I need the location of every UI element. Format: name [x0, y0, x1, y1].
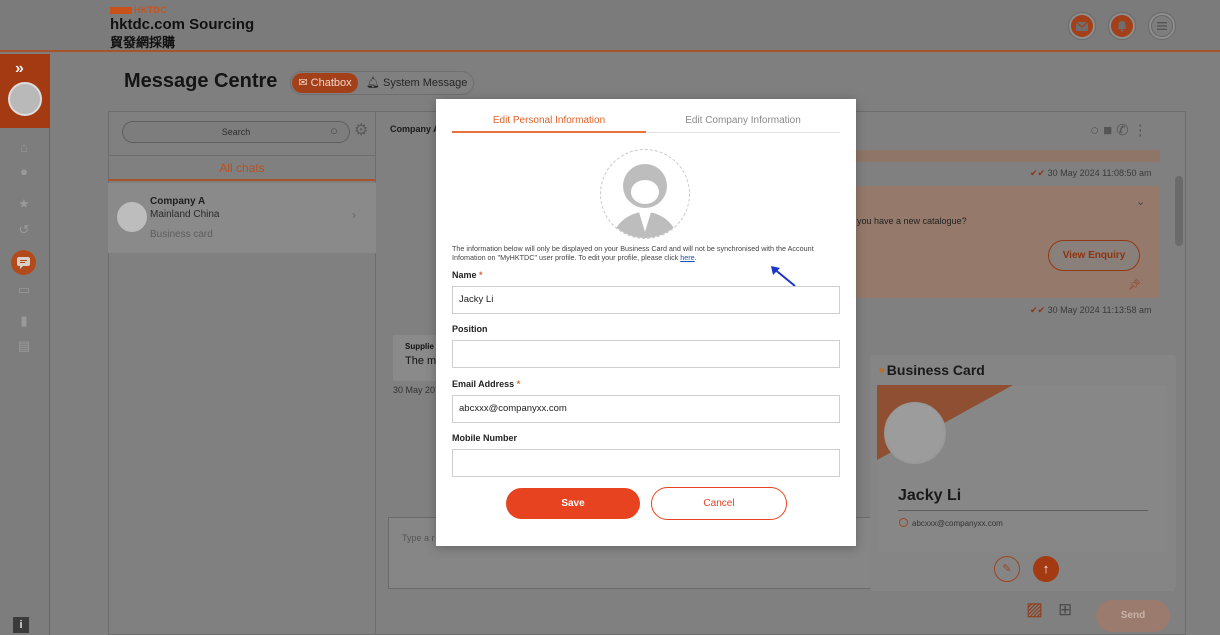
chevron-right-icon: › [352, 208, 356, 222]
pin-icon[interactable]: 📌︎ [1128, 280, 1141, 291]
edit-card-button[interactable]: ✎ [994, 556, 1020, 582]
document-icon[interactable]: ▤ [14, 338, 34, 354]
scrollbar[interactable] [1175, 176, 1183, 246]
brand-title-cn[interactable]: 貿發網採購 [110, 32, 175, 51]
sidebar-expand-icon[interactable]: » [15, 60, 24, 78]
business-card-avatar [884, 402, 946, 464]
tab-chatbox[interactable]: ✉ Chatbox [292, 73, 358, 93]
mail-icon [1071, 15, 1093, 37]
name-field[interactable]: Jacky Li [452, 286, 840, 314]
profile-photo-upload[interactable] [600, 149, 690, 239]
view-enquiry-button[interactable]: View Enquiry [1048, 240, 1140, 271]
active-tab-indicator [452, 131, 646, 133]
more-icon[interactable]: ⋮ [1133, 122, 1152, 139]
tab-edit-company-information[interactable]: Edit Company Information [646, 115, 840, 126]
cancel-button[interactable]: Cancel [651, 487, 787, 520]
read-check-icon: ✔✔ [1030, 305, 1046, 315]
bell-icon [1111, 15, 1133, 37]
avatar-face [631, 180, 659, 204]
tab-system-message[interactable]: 🔔︎ System Message [366, 73, 472, 93]
card-icon[interactable]: ▭ [14, 282, 34, 298]
info-icon[interactable]: i [13, 617, 29, 633]
star-icon[interactable]: ★ [14, 196, 34, 212]
supplier-text: The m [405, 355, 437, 367]
mobile-label: Mobile Number [452, 433, 518, 443]
email-icon [899, 518, 908, 527]
home-icon[interactable]: ⌂ [14, 140, 34, 156]
sidebar-avatar[interactable] [8, 82, 42, 116]
menu-icon [1151, 15, 1173, 37]
business-card-icon[interactable]: ▨ [1026, 599, 1043, 620]
bell-icon: 🔔︎ [366, 77, 380, 89]
video-icon[interactable]: ■ [1103, 122, 1116, 139]
chat-icon[interactable] [11, 250, 36, 275]
conversation-region: Mainland China [150, 209, 220, 220]
phone-icon[interactable]: ✆ [1116, 122, 1133, 139]
compose-placeholder: Type a r [402, 533, 435, 543]
bookmark-icon[interactable]: ▮ [14, 313, 34, 329]
conversation-header-name: Company A [390, 124, 440, 134]
conversation-preview: Business card [150, 229, 213, 240]
brand-title[interactable]: hktdc.com Sourcing [110, 16, 254, 33]
message-timestamp: ✔✔ 30 May 2024 11:08:50 am [1030, 168, 1152, 178]
search-icon[interactable]: ○ [330, 123, 338, 138]
save-button[interactable]: Save [506, 488, 640, 519]
conversation-actions[interactable]: ○■✆⋮ [1090, 121, 1152, 139]
chevron-down-icon[interactable]: ⌄ [1136, 195, 1145, 208]
hktdc-logo[interactable]: HKTDC [110, 5, 168, 15]
arrow-up-icon: ↑ [1042, 561, 1050, 576]
business-card-name: Jacky Li [898, 487, 962, 504]
notification-button[interactable] [1108, 12, 1136, 40]
history-icon[interactable]: ↺ [14, 222, 34, 238]
business-card-title: Business Card [886, 362, 985, 378]
conversation-avatar [117, 202, 147, 232]
mail-button[interactable] [1068, 12, 1096, 40]
divider [898, 510, 1148, 511]
attach-file-icon[interactable]: ⊞ [1058, 600, 1072, 620]
email-field[interactable]: abcxxx@companyxx.com [452, 395, 840, 423]
position-label: Position [452, 324, 488, 334]
edit-profile-link[interactable]: here [680, 253, 694, 262]
chat-search-input[interactable]: Search [122, 121, 350, 143]
pencil-icon: ✎ [1002, 563, 1012, 575]
supplier-date: 30 May 20 [393, 385, 436, 395]
supplier-name: Supplie [405, 342, 434, 351]
all-chats-tab[interactable]: All chats [108, 155, 376, 181]
conversation-name: Company A [150, 196, 206, 207]
read-check-icon: ✔✔ [1030, 168, 1046, 178]
send-button[interactable]: Send [1096, 600, 1170, 632]
tab-edit-personal-information[interactable]: Edit Personal Information [452, 115, 646, 126]
business-card-email: abcxxx@companyxx.com [912, 519, 1003, 528]
profile-notice-text: The information below will only be displ… [452, 244, 814, 262]
position-field[interactable] [452, 340, 840, 368]
email-label: Email Address * [452, 379, 521, 389]
send-card-button[interactable]: ↑ [1033, 556, 1059, 582]
menu-button[interactable] [1148, 12, 1176, 40]
message-timestamp: ✔✔ 30 May 2024 11:13:58 am [1030, 305, 1152, 315]
enquiry-text: you have a new catalogue? [857, 216, 967, 226]
gear-icon[interactable]: ⚙ [354, 120, 368, 140]
search-icon[interactable]: ○ [1090, 122, 1103, 139]
name-label: Name * [452, 270, 483, 280]
page-title: Message Centre [124, 70, 278, 92]
edit-information-modal: Edit Personal Information Edit Company I… [436, 99, 856, 546]
message-bubble [850, 150, 1160, 162]
user-icon[interactable]: ● [14, 164, 34, 180]
conversation-item[interactable] [108, 183, 376, 253]
mobile-field[interactable] [452, 449, 840, 477]
